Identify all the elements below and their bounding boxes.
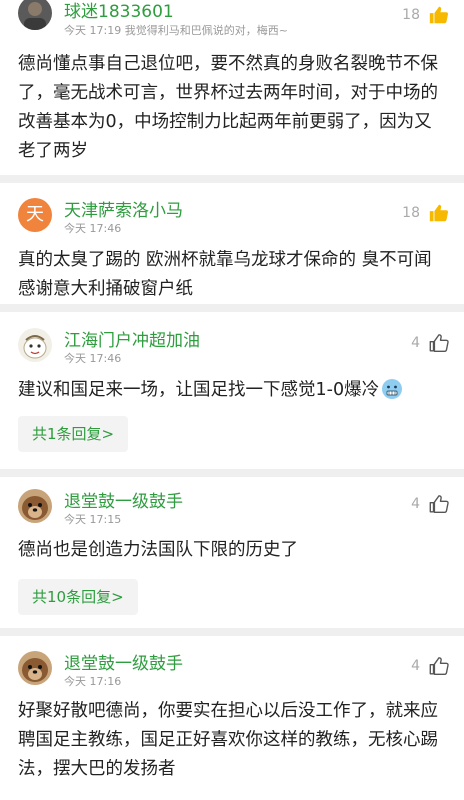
username[interactable]: 天津萨索洛小马 [64, 196, 183, 221]
thumbs-up-outline-icon [428, 332, 450, 354]
comment-text: 好聚好散吧德尚，你要实在担心以后没工作了，就来应聘国足主教练，国足正好喜欢你这样… [18, 701, 438, 779]
thumbs-up-icon [428, 4, 450, 26]
timestamp: 今天 17:46 [64, 352, 122, 365]
username[interactable]: 江海门户冲超加油 [64, 326, 200, 351]
like-count: 18 [402, 7, 420, 23]
quoted-text: 我觉得利马和巴佩说的对，梅西~ [124, 24, 288, 37]
comment-text: 德尚也是创造力法国队下限的历史了 [18, 540, 298, 560]
view-replies-button[interactable]: 共1条回复> [18, 416, 129, 452]
avatar[interactable] [18, 489, 52, 523]
comment-text: 建议和国足来一场，让国足找一下感觉1-0爆冷 [18, 376, 448, 405]
avatar[interactable] [18, 328, 52, 362]
like-button[interactable]: 4 [411, 655, 450, 677]
like-button[interactable]: 18 [402, 4, 450, 26]
thumbs-up-outline-icon [428, 655, 450, 677]
like-count: 4 [411, 496, 420, 512]
avatar[interactable] [18, 0, 52, 30]
comment-item: 退堂鼓一级鼓手 今天 17:16 4 好聚好散吧德尚，你要实在担心以后没工作了，… [0, 636, 464, 800]
comment-item: 退堂鼓一级鼓手 今天 17:15 4 德尚也是创造力法国队下限的历史了 共10条… [0, 477, 464, 636]
like-count: 4 [411, 658, 420, 674]
comment-text: 德尚懂点事自己退位吧，要不然真的身败名裂晚节不保了，毫无战术可言，世界杯过去两年… [18, 54, 438, 161]
like-count: 4 [411, 335, 420, 351]
avatar[interactable] [18, 651, 52, 685]
username[interactable]: 球迷1833601 [64, 0, 174, 22]
username[interactable]: 退堂鼓一级鼓手 [64, 487, 183, 512]
avatar[interactable]: 天 [18, 198, 52, 232]
timestamp: 今天 17:46 [64, 222, 122, 235]
like-button[interactable]: 18 [402, 202, 450, 224]
timestamp: 今天 17:16 [64, 675, 122, 688]
comment-item: 球迷1833601 今天 17:19 我觉得利马和巴佩说的对，梅西~ 18 德尚… [0, 0, 464, 183]
view-replies-button[interactable]: 共10条回复> [18, 579, 138, 615]
comment-item: 天 天津萨索洛小马 今天 17:46 18 真的太臭了踢的 欧洲杯就靠乌龙球才保… [0, 183, 464, 312]
thumbs-up-outline-icon [428, 493, 450, 515]
timestamp: 今天 17:15 [64, 513, 122, 526]
username[interactable]: 退堂鼓一级鼓手 [64, 649, 183, 674]
comment-text: 真的太臭了踢的 欧洲杯就靠乌龙球才保命的 臭不可闻 感谢意大利捅破窗户纸 [18, 250, 432, 299]
comment-item: 江海门户冲超加油 今天 17:46 4 建议和国足来一场，让国足找一下感觉1-0… [0, 312, 464, 477]
thumbs-up-icon [428, 202, 450, 224]
timestamp: 今天 17:19 [64, 24, 122, 37]
comment-meta: 今天 17:19 我觉得利马和巴佩说的对，梅西~ [64, 22, 288, 38]
cold-face-emoji [381, 378, 403, 400]
like-button[interactable]: 4 [411, 332, 450, 354]
like-count: 18 [402, 205, 420, 221]
like-button[interactable]: 4 [411, 493, 450, 515]
comment-text-content: 建议和国足来一场，让国足找一下感觉1-0爆冷 [18, 380, 380, 400]
avatar-letter: 天 [26, 204, 44, 225]
